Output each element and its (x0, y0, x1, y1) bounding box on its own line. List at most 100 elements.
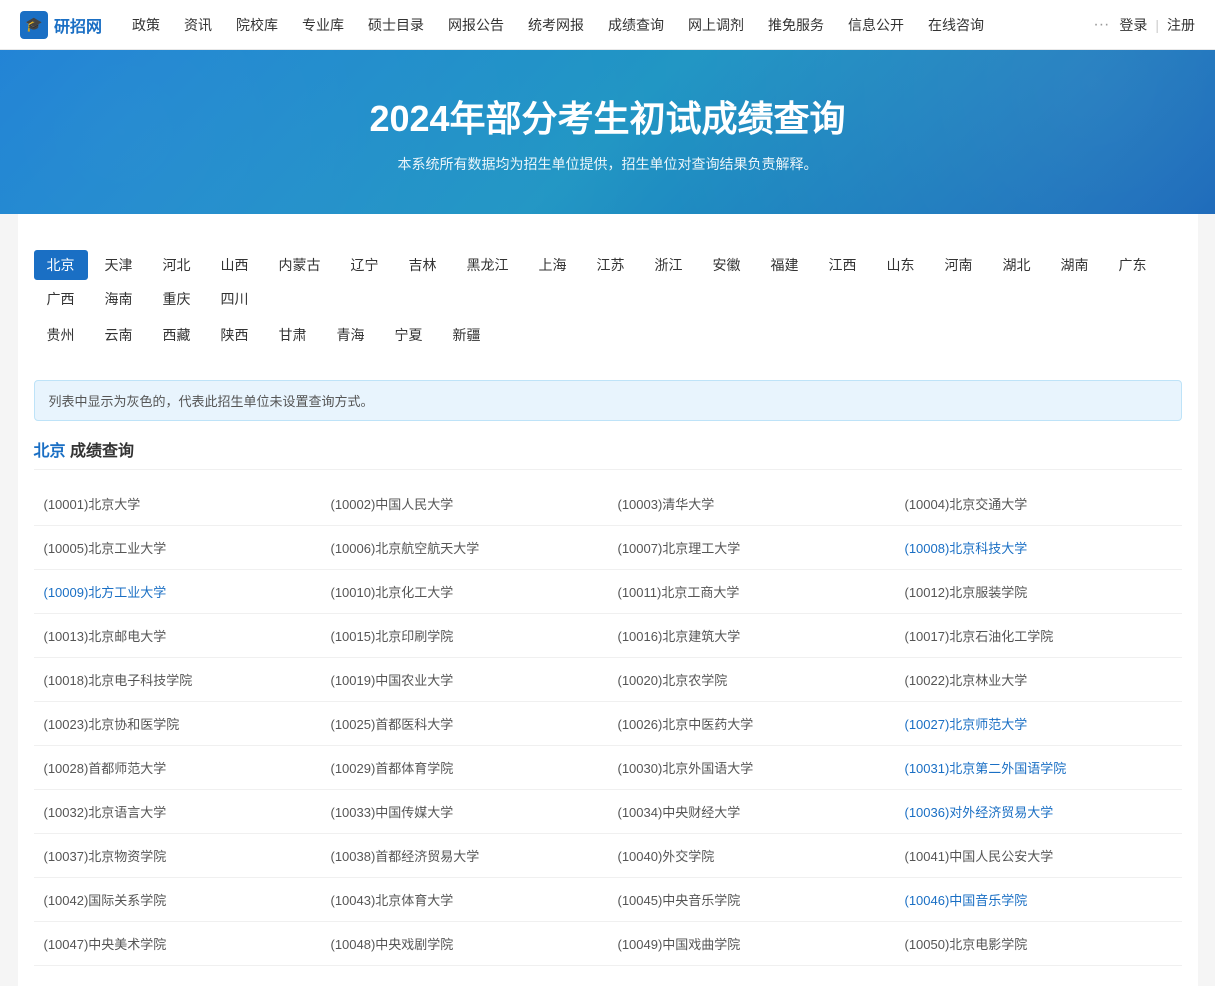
region-tab-陕西[interactable]: 陕西 (208, 320, 262, 350)
university-cell-10006: (10006)北京航空航天大学 (321, 526, 608, 569)
nav-item-推免服务[interactable]: 推免服务 (758, 0, 834, 50)
university-cell-10045: (10045)中央音乐学院 (608, 878, 895, 921)
section-region: 北京 (34, 443, 66, 460)
region-row-1: 贵州云南西藏陕西甘肃青海宁夏新疆 (34, 320, 1182, 350)
region-tab-贵州[interactable]: 贵州 (34, 320, 88, 350)
university-cell-10003: (10003)清华大学 (608, 482, 895, 525)
university-cell-10020: (10020)北京农学院 (608, 658, 895, 701)
nav-item-硕士目录[interactable]: 硕士目录 (358, 0, 434, 50)
nav-item-网上调剂[interactable]: 网上调剂 (678, 0, 754, 50)
university-row: (10013)北京邮电大学(10015)北京印刷学院(10016)北京建筑大学(… (34, 614, 1182, 658)
section-title: 北京 成绩查询 (34, 437, 1182, 470)
region-tab-浙江[interactable]: 浙江 (642, 250, 696, 280)
university-cell-10028: (10028)首都师范大学 (34, 746, 321, 789)
nav-item-统考网报[interactable]: 统考网报 (518, 0, 594, 50)
region-tab-西藏[interactable]: 西藏 (150, 320, 204, 350)
university-cell-10037: (10037)北京物资学院 (34, 834, 321, 877)
university-cell-10029: (10029)首都体育学院 (321, 746, 608, 789)
university-cell-10048: (10048)中央戏剧学院 (321, 922, 608, 965)
hero-title: 2024年部分考生初试成绩查询 (369, 90, 845, 142)
nav-item-信息公开[interactable]: 信息公开 (838, 0, 914, 50)
region-tab-江西[interactable]: 江西 (816, 250, 870, 280)
university-row: (10001)北京大学(10002)中国人民大学(10003)清华大学(1000… (34, 482, 1182, 526)
region-tab-河北[interactable]: 河北 (150, 250, 204, 280)
region-tab-湖北[interactable]: 湖北 (990, 250, 1044, 280)
university-cell-10019: (10019)中国农业大学 (321, 658, 608, 701)
region-tab-北京[interactable]: 北京 (34, 250, 88, 280)
nav-item-院校库[interactable]: 院校库 (226, 0, 288, 50)
region-tab-四川[interactable]: 四川 (208, 284, 262, 314)
hero-subtitle: 本系统所有数据均为招生单位提供，招生单位对查询结果负责解释。 (398, 154, 818, 174)
logo-text: 研招网 (54, 13, 102, 37)
nav-item-政策[interactable]: 政策 (122, 0, 170, 50)
university-row: (10047)中央美术学院(10048)中央戏剧学院(10049)中国戏曲学院(… (34, 922, 1182, 966)
region-tab-吉林[interactable]: 吉林 (396, 250, 450, 280)
university-cell-10038: (10038)首都经济贸易大学 (321, 834, 608, 877)
nav-more: ··· (1083, 0, 1119, 50)
university-cell-10009[interactable]: (10009)北方工业大学 (34, 570, 321, 613)
university-row: (10028)首都师范大学(10029)首都体育学院(10030)北京外国语大学… (34, 746, 1182, 790)
region-tab-安徽[interactable]: 安徽 (700, 250, 754, 280)
auth-area: 登录 | 注册 (1119, 15, 1195, 35)
university-cell-10036[interactable]: (10036)对外经济贸易大学 (895, 790, 1182, 833)
university-cell-10001: (10001)北京大学 (34, 482, 321, 525)
region-tab-湖南[interactable]: 湖南 (1048, 250, 1102, 280)
region-tab-广东[interactable]: 广东 (1106, 250, 1160, 280)
university-cell-10016: (10016)北京建筑大学 (608, 614, 895, 657)
university-cell-10033: (10033)中国传媒大学 (321, 790, 608, 833)
region-tab-上海[interactable]: 上海 (526, 250, 580, 280)
university-cell-10026: (10026)北京中医药大学 (608, 702, 895, 745)
region-tab-山东[interactable]: 山东 (874, 250, 928, 280)
university-row: (10032)北京语言大学(10033)中国传媒大学(10034)中央财经大学(… (34, 790, 1182, 834)
region-tab-天津[interactable]: 天津 (92, 250, 146, 280)
region-tab-河南[interactable]: 河南 (932, 250, 986, 280)
university-cell-10040: (10040)外交学院 (608, 834, 895, 877)
nav-item-资讯[interactable]: 资讯 (174, 0, 222, 50)
university-row: (10005)北京工业大学(10006)北京航空航天大学(10007)北京理工大… (34, 526, 1182, 570)
university-cell-10025: (10025)首都医科大学 (321, 702, 608, 745)
region-tab-甘肃[interactable]: 甘肃 (266, 320, 320, 350)
hero-banner: 2024年部分考生初试成绩查询 本系统所有数据均为招生单位提供，招生单位对查询结… (0, 50, 1215, 214)
region-tab-福建[interactable]: 福建 (758, 250, 812, 280)
region-tab-辽宁[interactable]: 辽宁 (338, 250, 392, 280)
university-cell-10027[interactable]: (10027)北京师范大学 (895, 702, 1182, 745)
region-tab-新疆[interactable]: 新疆 (440, 320, 494, 350)
region-tab-山西[interactable]: 山西 (208, 250, 262, 280)
nav-item-专业库[interactable]: 专业库 (292, 0, 354, 50)
university-cell-10046[interactable]: (10046)中国音乐学院 (895, 878, 1182, 921)
university-cell-10008[interactable]: (10008)北京科技大学 (895, 526, 1182, 569)
university-cell-10030: (10030)北京外国语大学 (608, 746, 895, 789)
university-cell-10043: (10043)北京体育大学 (321, 878, 608, 921)
region-tab-海南[interactable]: 海南 (92, 284, 146, 314)
region-tab-重庆[interactable]: 重庆 (150, 284, 204, 314)
region-tab-江苏[interactable]: 江苏 (584, 250, 638, 280)
university-cell-10005: (10005)北京工业大学 (34, 526, 321, 569)
university-cell-10010: (10010)北京化工大学 (321, 570, 608, 613)
university-cell-10018: (10018)北京电子科技学院 (34, 658, 321, 701)
university-cell-10011: (10011)北京工商大学 (608, 570, 895, 613)
region-tab-云南[interactable]: 云南 (92, 320, 146, 350)
region-tab-青海[interactable]: 青海 (324, 320, 378, 350)
university-row: (10018)北京电子科技学院(10019)中国农业大学(10020)北京农学院… (34, 658, 1182, 702)
region-tab-广西[interactable]: 广西 (34, 284, 88, 314)
login-link[interactable]: 登录 (1119, 15, 1147, 35)
nav-item-成绩查询[interactable]: 成绩查询 (598, 0, 674, 50)
university-cell-10012: (10012)北京服装学院 (895, 570, 1182, 613)
nav-item-在线咨询[interactable]: 在线咨询 (918, 0, 994, 50)
region-tab-黑龙江[interactable]: 黑龙江 (454, 250, 522, 280)
university-cell-10042: (10042)国际关系学院 (34, 878, 321, 921)
university-cell-10004: (10004)北京交通大学 (895, 482, 1182, 525)
region-tab-宁夏[interactable]: 宁夏 (382, 320, 436, 350)
register-link[interactable]: 注册 (1167, 15, 1195, 35)
site-logo[interactable]: 🎓 研招网 (20, 11, 102, 39)
university-cell-10015: (10015)北京印刷学院 (321, 614, 608, 657)
region-tab-内蒙古[interactable]: 内蒙古 (266, 250, 334, 280)
university-cell-10031[interactable]: (10031)北京第二外国语学院 (895, 746, 1182, 789)
university-cell-10047: (10047)中央美术学院 (34, 922, 321, 965)
nav-item-网报公告[interactable]: 网报公告 (438, 0, 514, 50)
university-cell-10032: (10032)北京语言大学 (34, 790, 321, 833)
university-cell-10049: (10049)中国戏曲学院 (608, 922, 895, 965)
section-suffix: 成绩查询 (66, 443, 134, 460)
auth-sep: | (1155, 17, 1159, 33)
university-row: (10009)北方工业大学(10010)北京化工大学(10011)北京工商大学(… (34, 570, 1182, 614)
